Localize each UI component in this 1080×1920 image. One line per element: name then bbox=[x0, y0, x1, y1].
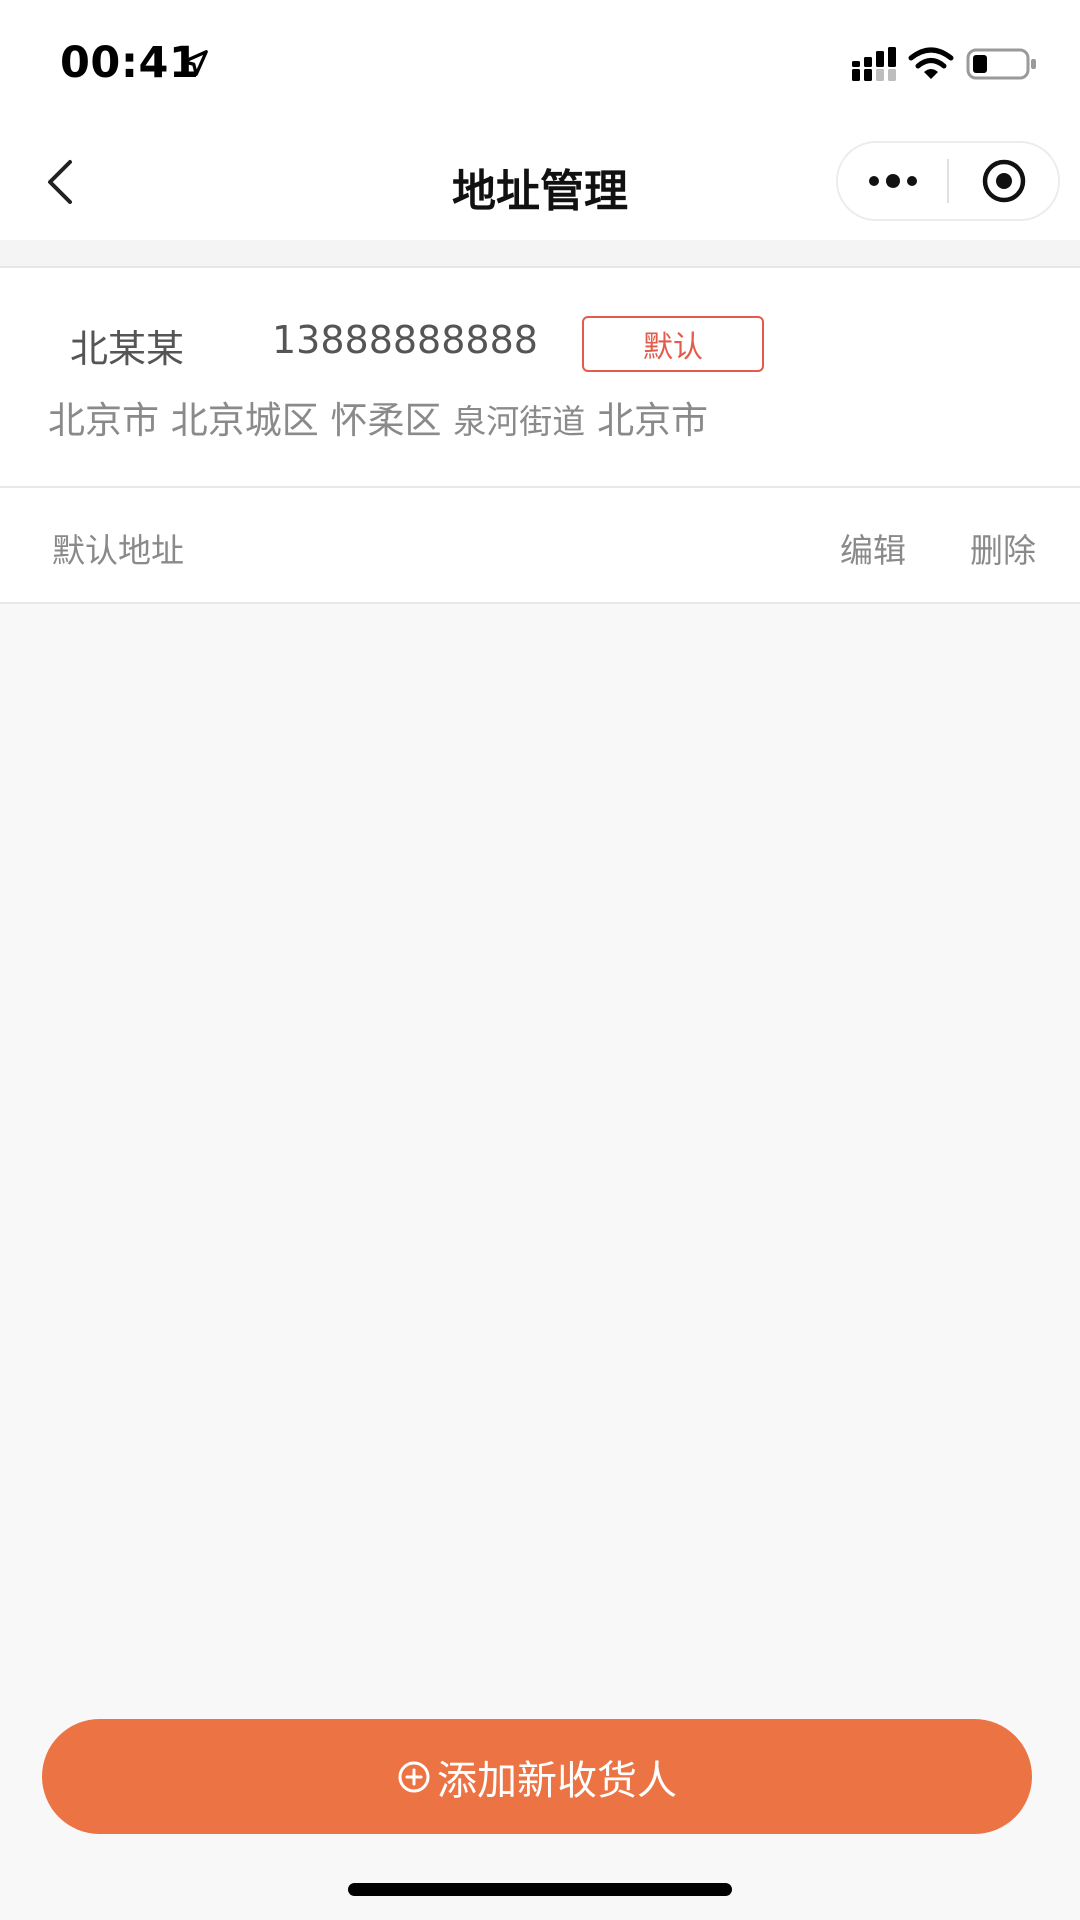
address-district: 怀柔区 bbox=[330, 399, 442, 442]
address-street: 泉河街道 bbox=[453, 402, 586, 441]
address-line: 北京市 北京城区 怀柔区 泉河街道 北京市 bbox=[48, 390, 708, 444]
mini-program-capsule bbox=[836, 141, 1060, 221]
close-mini-program-button[interactable] bbox=[949, 143, 1058, 219]
add-recipient-button[interactable]: 添加新收货人 bbox=[42, 1719, 1032, 1834]
address-info[interactable]: 北某某 13888888888 默认 北京市 北京城区 怀柔区 泉河街道 北京市 bbox=[0, 268, 1080, 488]
more-menu-button[interactable] bbox=[838, 143, 947, 219]
nav-separator bbox=[0, 240, 1080, 268]
default-badge: 默认 bbox=[582, 316, 764, 372]
recipient-phone: 13888888888 bbox=[272, 318, 538, 362]
status-bar: 00:41 bbox=[0, 0, 1080, 125]
add-recipient-label: 添加新收货人 bbox=[437, 1757, 677, 1804]
status-time: 00:41 bbox=[60, 38, 200, 88]
wifi-icon bbox=[908, 47, 954, 79]
address-actions: 默认地址 编辑 删除 bbox=[0, 488, 1080, 604]
battery-icon bbox=[966, 48, 1036, 80]
cellular-signal-icon bbox=[852, 47, 896, 81]
address-city: 北京城区 bbox=[170, 399, 319, 442]
target-circle-icon bbox=[982, 159, 1025, 203]
address-province: 北京市 bbox=[48, 399, 159, 442]
plus-circle-icon bbox=[398, 1761, 430, 1792]
set-default-address[interactable]: 默认地址 bbox=[52, 524, 184, 572]
home-indicator[interactable] bbox=[348, 1883, 732, 1896]
more-dots-icon bbox=[868, 174, 917, 188]
delete-button[interactable]: 删除 bbox=[970, 524, 1036, 572]
edit-button[interactable]: 编辑 bbox=[840, 524, 906, 572]
location-arrow-icon bbox=[182, 50, 208, 76]
recipient-name: 北某某 bbox=[70, 327, 185, 371]
address-card: 北某某 13888888888 默认 北京市 北京城区 怀柔区 泉河街道 北京市… bbox=[0, 268, 1080, 604]
address-detail: 北京市 bbox=[597, 399, 709, 442]
navigation-bar: 地址管理 bbox=[0, 125, 1080, 240]
